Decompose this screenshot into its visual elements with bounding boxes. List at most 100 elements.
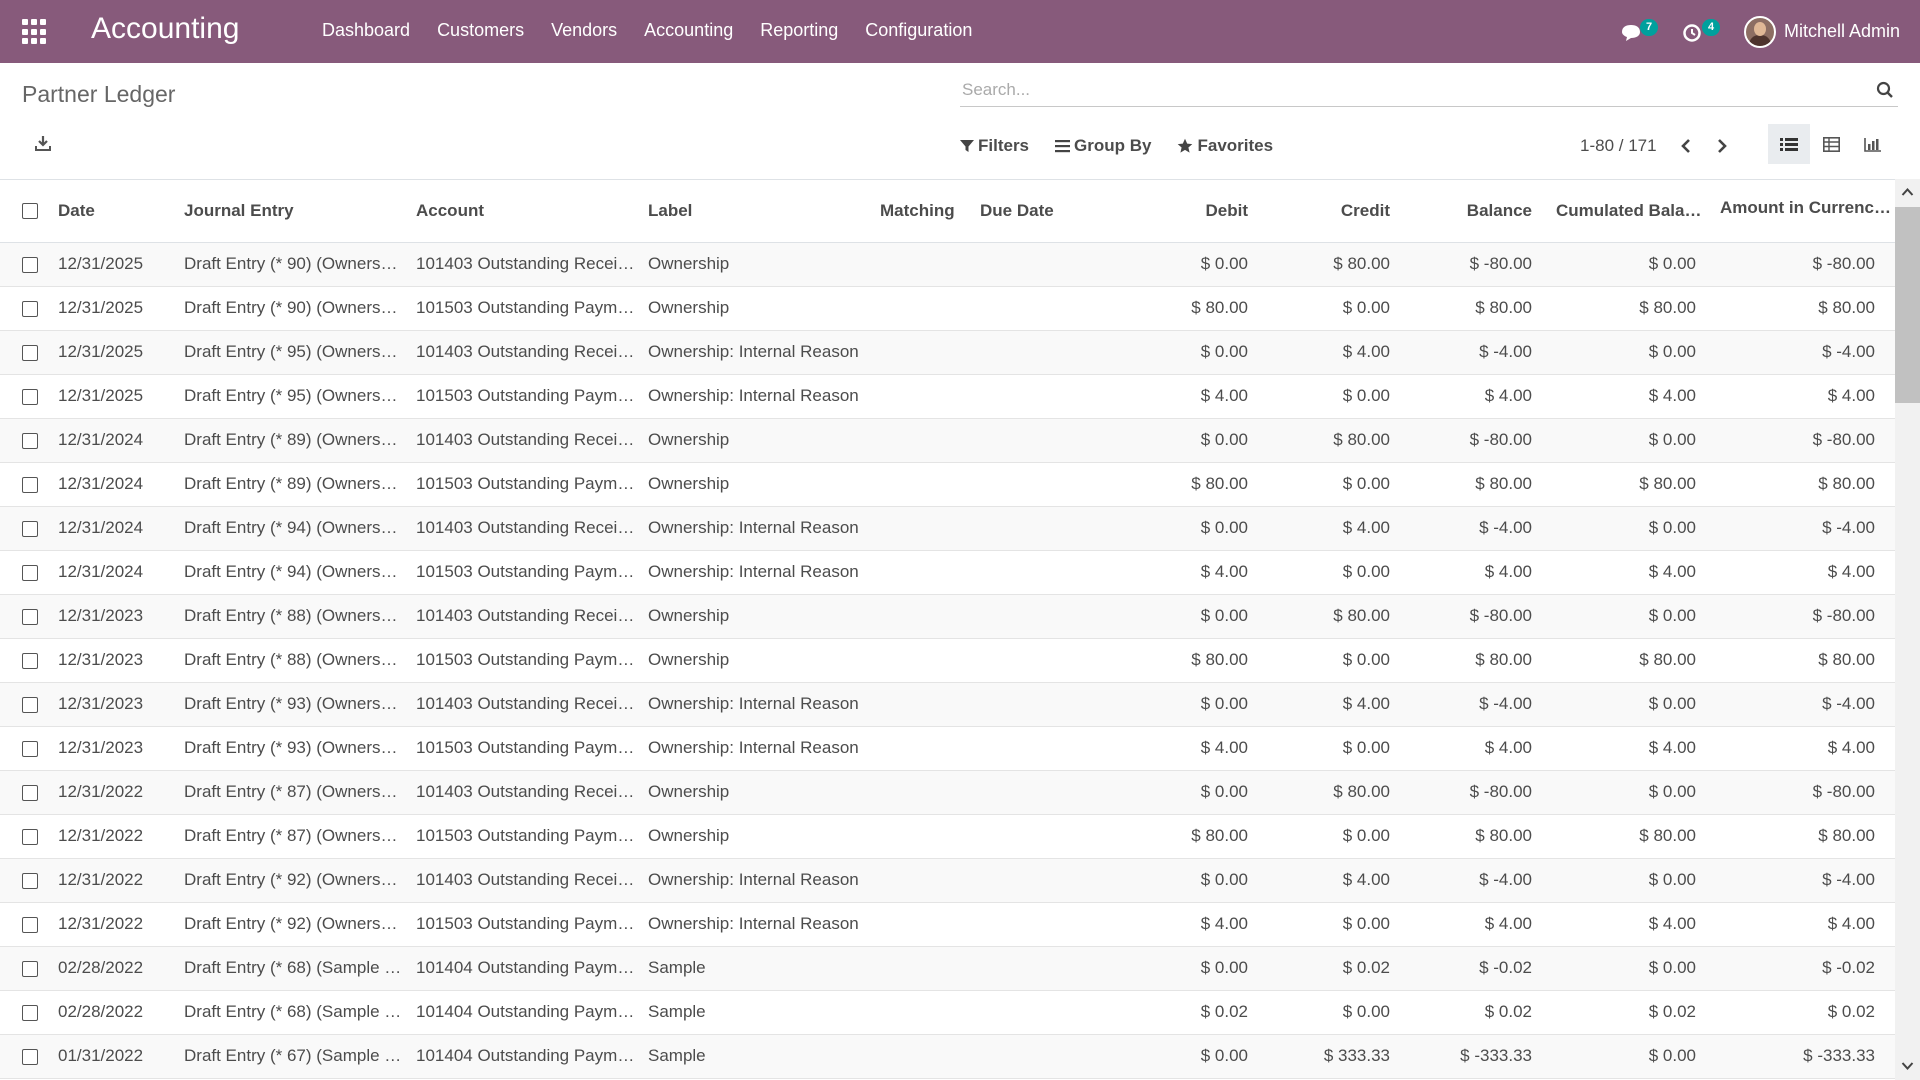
table-row[interactable]: 12/31/2024 Draft Entry (* 94) (Ownership)… xyxy=(0,550,1895,595)
avatar xyxy=(1743,15,1776,48)
column-header-label[interactable]: Label xyxy=(642,180,874,243)
row-checkbox[interactable] xyxy=(22,828,38,845)
row-checkbox[interactable] xyxy=(22,1048,38,1065)
row-checkbox[interactable] xyxy=(22,300,38,317)
column-header-date[interactable]: Date xyxy=(52,180,178,243)
filters-button[interactable]: Filters xyxy=(960,136,1029,156)
main-menu: Dashboard Customers Vendors Accounting R… xyxy=(322,20,999,41)
row-checkbox[interactable] xyxy=(22,344,38,361)
cell-label: Ownership xyxy=(642,594,874,639)
table-row[interactable]: 12/31/2025 Draft Entry (* 90) (Ownership)… xyxy=(0,242,1895,287)
list-view-button[interactable] xyxy=(1768,124,1810,164)
table-row[interactable]: 12/31/2024 Draft Entry (* 89) (Ownership)… xyxy=(0,418,1895,463)
row-checkbox[interactable] xyxy=(22,696,38,713)
menu-accounting[interactable]: Accounting xyxy=(644,20,733,41)
column-header-matching[interactable]: Matching xyxy=(874,180,974,243)
row-checkbox[interactable] xyxy=(22,872,38,889)
row-select-cell xyxy=(0,682,52,727)
messages-button[interactable]: 7 xyxy=(1620,17,1659,47)
pager-previous-button[interactable] xyxy=(1675,135,1697,157)
table-row[interactable]: 12/31/2023 Draft Entry (* 88) (Ownership)… xyxy=(0,638,1895,683)
cell-amount-in-currency: $ -80.00 xyxy=(1714,242,1895,287)
table-row[interactable]: 12/31/2022 Draft Entry (* 87) (Ownership)… xyxy=(0,770,1895,815)
row-checkbox[interactable] xyxy=(22,608,38,625)
table-row[interactable]: 12/31/2024 Draft Entry (* 94) (Ownership)… xyxy=(0,506,1895,551)
cell-credit: $ 4.00 xyxy=(1266,682,1408,727)
row-checkbox[interactable] xyxy=(22,476,38,493)
cell-account: 101503 Outstanding Payments xyxy=(410,374,642,419)
cell-due-date xyxy=(974,770,1124,815)
bar-chart-icon xyxy=(1864,137,1881,152)
row-select-cell xyxy=(0,330,52,375)
column-header-journal-entry[interactable]: Journal Entry xyxy=(178,180,410,243)
table-body: 12/31/2025 Draft Entry (* 90) (Ownership)… xyxy=(0,242,1895,1079)
pager-next-button[interactable] xyxy=(1711,135,1733,157)
column-header-cumulated-balance[interactable]: Cumulated Balan... xyxy=(1550,180,1714,243)
cell-label: Ownership xyxy=(642,242,874,287)
table-row[interactable]: 12/31/2023 Draft Entry (* 93) (Ownership)… xyxy=(0,682,1895,727)
select-all-checkbox[interactable] xyxy=(22,203,38,220)
row-checkbox[interactable] xyxy=(22,740,38,757)
menu-configuration[interactable]: Configuration xyxy=(865,20,972,41)
cell-debit: $ 0.00 xyxy=(1124,946,1266,991)
cell-matching xyxy=(874,242,974,287)
row-checkbox[interactable] xyxy=(22,784,38,801)
cell-due-date xyxy=(974,242,1124,287)
pager-value[interactable]: 1-80 / 171 xyxy=(1580,136,1657,156)
menu-reporting[interactable]: Reporting xyxy=(760,20,838,41)
download-button[interactable] xyxy=(34,134,52,157)
graph-view-button[interactable] xyxy=(1852,124,1894,164)
table-row[interactable]: 02/28/2022 Draft Entry (* 68) (Sample Ent… xyxy=(0,946,1895,991)
row-checkbox[interactable] xyxy=(22,520,38,537)
scrollbar-thumb[interactable] xyxy=(1895,207,1920,403)
user-menu[interactable]: Mitchell Admin xyxy=(1743,15,1900,48)
table-row[interactable]: 02/28/2022 Draft Entry (* 68) (Sample Ent… xyxy=(0,990,1895,1035)
row-checkbox[interactable] xyxy=(22,388,38,405)
activities-button[interactable]: 4 xyxy=(1682,17,1721,47)
table-row[interactable]: 12/31/2022 Draft Entry (* 87) (Ownership)… xyxy=(0,814,1895,859)
row-select-cell xyxy=(0,594,52,639)
table-row[interactable]: 12/31/2025 Draft Entry (* 95) (Ownership)… xyxy=(0,330,1895,375)
table-row[interactable]: 01/31/2022 Draft Entry (* 67) (Sample Ent… xyxy=(0,1034,1895,1079)
column-header-debit[interactable]: Debit xyxy=(1124,180,1266,243)
app-brand[interactable]: Accounting xyxy=(91,12,239,46)
table-row[interactable]: 12/31/2023 Draft Entry (* 88) (Ownership)… xyxy=(0,594,1895,639)
row-checkbox[interactable] xyxy=(22,564,38,581)
table-row[interactable]: 12/31/2023 Draft Entry (* 93) (Ownership)… xyxy=(0,726,1895,771)
scroll-up-icon[interactable] xyxy=(1901,187,1914,197)
row-checkbox[interactable] xyxy=(22,652,38,669)
table-row[interactable]: 12/31/2022 Draft Entry (* 92) (Ownership)… xyxy=(0,902,1895,947)
groupby-button[interactable]: Group By xyxy=(1055,136,1151,156)
table-row[interactable]: 12/31/2024 Draft Entry (* 89) (Ownership)… xyxy=(0,462,1895,507)
cell-credit: $ 0.00 xyxy=(1266,638,1408,683)
search-bar xyxy=(960,76,1898,107)
table-row[interactable]: 12/31/2022 Draft Entry (* 92) (Ownership)… xyxy=(0,858,1895,903)
vertical-scrollbar[interactable] xyxy=(1895,179,1920,1080)
table-row[interactable]: 12/31/2025 Draft Entry (* 95) (Ownership)… xyxy=(0,374,1895,419)
row-checkbox[interactable] xyxy=(22,916,38,933)
row-checkbox[interactable] xyxy=(22,1004,38,1021)
pivot-view-button[interactable] xyxy=(1810,124,1852,164)
column-header-balance[interactable]: Balance xyxy=(1408,180,1550,243)
cell-debit: $ 0.00 xyxy=(1124,330,1266,375)
row-checkbox[interactable] xyxy=(22,960,38,977)
column-header-account[interactable]: Account xyxy=(410,180,642,243)
menu-vendors[interactable]: Vendors xyxy=(551,20,617,41)
search-input[interactable] xyxy=(960,76,1840,104)
apps-menu-icon[interactable] xyxy=(22,19,48,45)
favorites-button[interactable]: Favorites xyxy=(1177,136,1273,156)
cell-label: Ownership: Internal Reason xyxy=(642,330,874,375)
row-checkbox[interactable] xyxy=(22,256,38,273)
menu-dashboard[interactable]: Dashboard xyxy=(322,20,410,41)
menu-customers[interactable]: Customers xyxy=(437,20,524,41)
cell-credit: $ 0.02 xyxy=(1266,946,1408,991)
column-header-amount-in-currency[interactable]: Amount in Currency xyxy=(1714,180,1895,243)
table-row[interactable]: 12/31/2025 Draft Entry (* 90) (Ownership)… xyxy=(0,286,1895,331)
scroll-down-icon[interactable] xyxy=(1901,1061,1914,1071)
column-header-due-date[interactable]: Due Date xyxy=(974,180,1124,243)
column-header-credit[interactable]: Credit xyxy=(1266,180,1408,243)
pager: 1-80 / 171 xyxy=(1580,135,1747,157)
row-checkbox[interactable] xyxy=(22,432,38,449)
search-icon[interactable] xyxy=(1876,81,1894,104)
cell-debit: $ 0.02 xyxy=(1124,990,1266,1035)
